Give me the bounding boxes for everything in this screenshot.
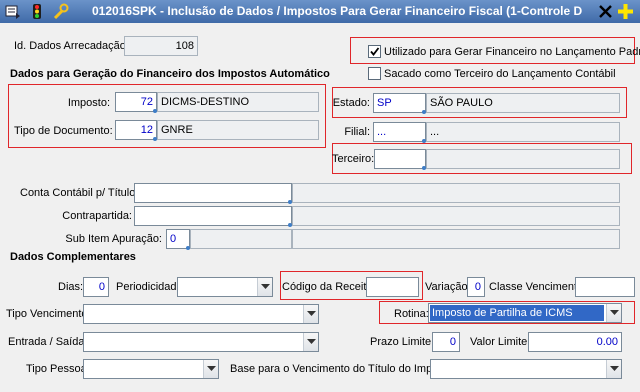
periodicidade-select[interactable] <box>177 277 273 297</box>
classe-vencimento-field[interactable] <box>575 277 635 297</box>
sub-item-extra-field <box>292 229 620 249</box>
rotina-select[interactable]: Imposto de Partilha de ICMS <box>428 303 622 323</box>
imposto-desc-field: DICMS-DESTINO <box>157 92 319 112</box>
sub-item-label: Sub Item Apuração: <box>65 233 162 245</box>
gerar-financeiro-label: Utilizado para Gerar Financeiro no Lança… <box>384 46 640 58</box>
contrapartida-desc-field <box>292 206 620 226</box>
imposto-label: Imposto: <box>67 97 110 109</box>
wrench-icon[interactable] <box>52 3 69 20</box>
tipo-vencimento-label: Tipo Vencimento: <box>6 308 91 320</box>
variacao-label: Variação: <box>425 281 471 293</box>
dias-field[interactable]: 0 <box>83 277 109 297</box>
tipo-documento-desc-field: GNRE <box>157 120 319 140</box>
estado-desc-field: SÃO PAULO <box>426 93 620 113</box>
variacao-field[interactable]: 0 <box>467 277 485 297</box>
id-arrecadacao-label: Id. Dados Arrecadação: <box>14 40 129 52</box>
chevron-down-icon[interactable] <box>303 333 318 351</box>
filial-code-field[interactable]: ... <box>373 122 426 142</box>
menu-icon[interactable] <box>4 3 21 20</box>
codigo-receita-label: Código da Receita: <box>282 281 376 293</box>
base-vencimento-label: Base para o Vencimento do Título do Impo… <box>230 363 457 375</box>
tipo-documento-label: Tipo de Documento: <box>14 125 113 137</box>
terceiro-label: Terceiro: <box>332 153 375 165</box>
tipo-vencimento-select[interactable] <box>83 304 319 324</box>
section-geracao-heading: Dados para Geração do Financeiro dos Imp… <box>10 68 330 80</box>
section-complementares-heading: Dados Complementares <box>10 251 136 263</box>
base-vencimento-select[interactable] <box>430 359 622 379</box>
chevron-down-icon[interactable] <box>303 305 318 323</box>
conta-contabil-code-field[interactable] <box>134 183 292 203</box>
dias-label: Dias: <box>58 281 84 293</box>
title-bar: 012016SPK - Inclusão de Dados / Impostos… <box>0 0 640 23</box>
prazo-limite-field[interactable]: 0 <box>432 332 460 352</box>
id-arrecadacao-field[interactable]: 108 <box>124 36 198 56</box>
periodicidade-label: Periodicidade: <box>116 281 186 293</box>
prazo-limite-label: Prazo Limite: <box>370 336 435 348</box>
terceiro-code-field[interactable] <box>374 149 426 169</box>
sacado-terceiro-checkbox[interactable] <box>368 67 381 80</box>
chevron-down-icon[interactable] <box>606 304 621 322</box>
contrapartida-label: Contrapartida: <box>62 210 132 222</box>
chevron-down-icon[interactable] <box>257 278 272 296</box>
sacado-terceiro-label: Sacado como Terceiro do Lançamento Contá… <box>384 68 616 80</box>
tipo-pessoa-select[interactable] <box>83 359 219 379</box>
classe-vencimento-label: Classe Vencimento: <box>489 281 587 293</box>
imposto-code-field[interactable]: 72 <box>115 92 157 112</box>
chevron-down-icon[interactable] <box>203 360 218 378</box>
entrada-saida-select[interactable] <box>83 332 319 352</box>
sub-item-desc-field <box>190 229 292 249</box>
rotina-label: Rotina: <box>394 308 429 320</box>
valor-limite-label: Valor Limite: <box>470 336 531 348</box>
plus-icon[interactable] <box>617 3 634 20</box>
conta-contabil-label: Conta Contábil p/ Título: <box>20 187 139 199</box>
terceiro-desc-field <box>426 149 620 169</box>
filial-desc-field: ... <box>426 122 620 142</box>
filial-label: Filial: <box>344 126 370 138</box>
valor-limite-field[interactable]: 0.00 <box>528 332 622 352</box>
entrada-saida-label: Entrada / Saída: <box>8 336 88 348</box>
gerar-financeiro-checkbox[interactable] <box>368 45 381 58</box>
contrapartida-code-field[interactable] <box>134 206 292 226</box>
rotina-value: Imposto de Partilha de ICMS <box>430 305 604 321</box>
estado-code-field[interactable]: SP <box>373 93 426 113</box>
conta-contabil-desc-field <box>292 183 620 203</box>
window-title: 012016SPK - Inclusão de Dados / Impostos… <box>92 4 583 18</box>
traffic-light-icon[interactable] <box>28 3 45 20</box>
estado-label: Estado: <box>332 97 370 109</box>
close-icon[interactable] <box>597 3 614 20</box>
chevron-down-icon[interactable] <box>606 360 621 378</box>
codigo-receita-field[interactable] <box>366 277 419 297</box>
tipo-pessoa-label: Tipo Pessoa: <box>26 363 90 375</box>
tipo-documento-code-field[interactable]: 12 <box>115 120 157 140</box>
